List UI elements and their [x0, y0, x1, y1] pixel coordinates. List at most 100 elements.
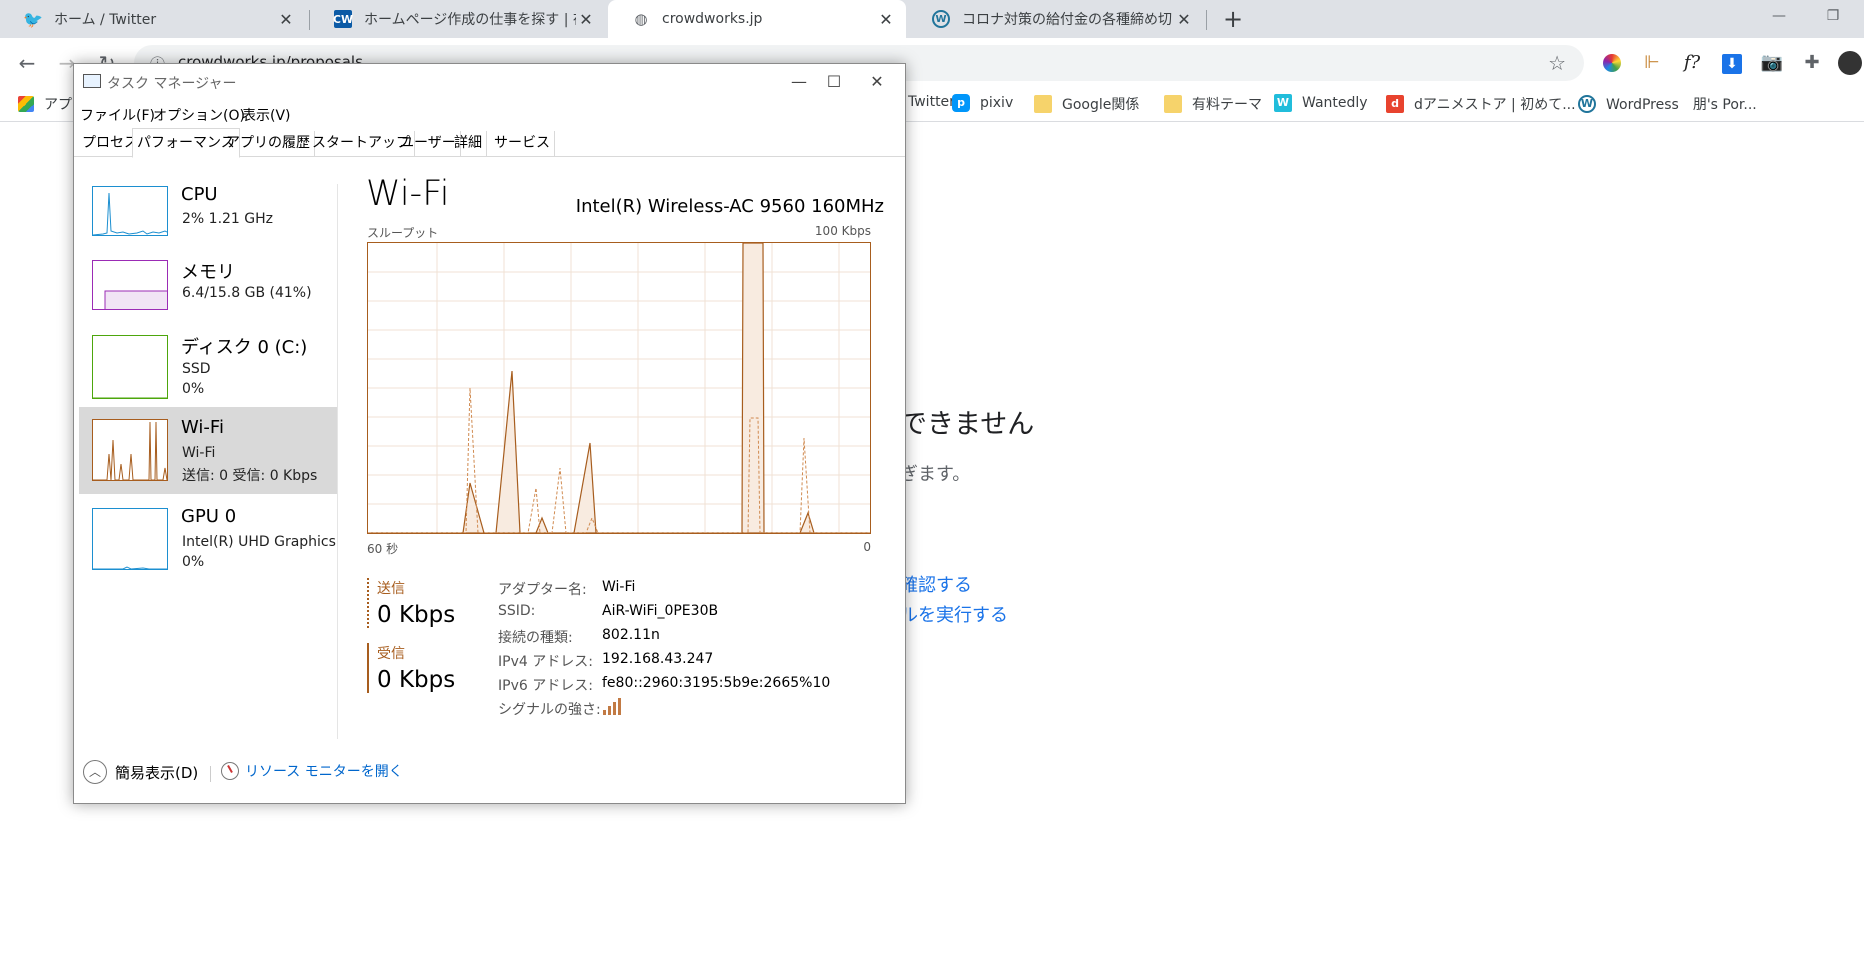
- fewer-details-label: 簡易表示(D): [115, 763, 199, 782]
- resource-wifi[interactable]: Wi-Fi Wi-Fi 送信: 0 受信: 0 Kbps: [79, 407, 338, 494]
- bookmark-pixiv[interactable]: p pixiv: [952, 94, 1013, 112]
- tab-crowdworks-jobs[interactable]: CW ホームページ作成の仕事を探す | 在宅 ✕: [310, 0, 606, 38]
- menu-bar: ファイル(F) オプション(O) 表示(V): [74, 100, 905, 126]
- tab-services[interactable]: サービス: [490, 131, 555, 157]
- resource-stat: 6.4/15.8 GB (41%): [182, 285, 312, 301]
- error-subtext: ぎます。: [900, 464, 971, 485]
- resource-type: SSD: [182, 361, 211, 377]
- receive-indicator: [367, 643, 369, 693]
- tab-title: ホーム / Twitter: [54, 12, 157, 28]
- gpu-thumbnail-graph: [92, 508, 168, 570]
- close-tab-icon[interactable]: ✕: [876, 10, 896, 29]
- back-button[interactable]: ←: [12, 48, 42, 78]
- adapter-name: Intel(R) Wireless-AC 9560 160MHz: [575, 196, 884, 217]
- new-tab-button[interactable]: +: [1218, 4, 1248, 34]
- font-finder-extension-icon[interactable]: f?: [1680, 51, 1704, 75]
- resource-disk[interactable]: ディスク 0 (C:) SSD 0%: [79, 323, 338, 410]
- resource-name: ディスク 0 (C:): [181, 337, 308, 358]
- prop-value-connection-type: 802.11n: [602, 627, 660, 643]
- resource-list: CPU 2% 1.21 GHz メモリ 6.4/15.8 GB (41%) ディ…: [79, 174, 338, 734]
- bookmark-folder-google[interactable]: Google関係: [1034, 94, 1139, 114]
- wifi-detail-panel: Wi-Fi Intel(R) Wireless-AC 9560 160MHz ス…: [364, 174, 884, 754]
- bookmark-label: pixiv: [980, 95, 1014, 111]
- prop-value-ipv6: fe80::2960:3195:5b9e:2665%10: [602, 675, 831, 691]
- cpu-thumbnail-graph: [92, 186, 168, 236]
- tab-crowdworks-active[interactable]: ◍ crowdworks.jp ✕: [608, 0, 906, 38]
- close-tab-icon[interactable]: ✕: [276, 10, 296, 29]
- bookmark-label: dアニメストア | 初めて...: [1414, 97, 1576, 113]
- bookmark-wantedly[interactable]: W Wantedly: [1274, 94, 1368, 112]
- minimize-window-button[interactable]: —: [1756, 0, 1802, 32]
- resource-monitor-icon: [221, 762, 239, 780]
- resource-name: Wi-Fi: [181, 417, 224, 438]
- wifi-thumbnail-graph: [92, 419, 168, 481]
- camera-extension-icon[interactable]: 📷: [1760, 51, 1784, 75]
- graph-time-right: 0: [863, 540, 871, 554]
- task-manager-titlebar[interactable]: タスク マネージャー — ☐ ✕: [74, 64, 905, 100]
- resource-gpu[interactable]: GPU 0 Intel(R) UHD Graphics 0%: [79, 496, 338, 583]
- error-heading: できません: [900, 409, 1035, 440]
- receive-value: 0 Kbps: [377, 667, 456, 693]
- resource-memory[interactable]: メモリ 6.4/15.8 GB (41%): [79, 248, 338, 335]
- menu-file[interactable]: ファイル(F): [80, 105, 155, 125]
- bookmark-star-icon[interactable]: ☆: [1548, 51, 1566, 75]
- close-button[interactable]: ✕: [847, 64, 907, 100]
- twitter-icon: 🐦: [23, 9, 43, 29]
- tab-details[interactable]: 詳細: [450, 131, 487, 157]
- restore-window-button[interactable]: ❐: [1810, 0, 1856, 32]
- receive-label: 受信: [377, 646, 405, 662]
- open-resource-monitor-link[interactable]: リソース モニターを開く: [221, 761, 403, 781]
- prop-key-ipv6: IPv6 アドレス:: [498, 678, 593, 694]
- bookmark-twitter[interactable]: Twitter: [908, 94, 955, 110]
- graph-max-label: 100 Kbps: [814, 224, 871, 238]
- send-label: 送信: [377, 581, 405, 597]
- ruler-extension-icon[interactable]: ⊩: [1640, 51, 1664, 75]
- task-manager-icon: [83, 74, 101, 88]
- close-tab-icon[interactable]: ✕: [576, 10, 596, 29]
- bookmark-label: WordPress 朋's Por...: [1606, 97, 1757, 113]
- resource-stat: 2% 1.21 GHz: [182, 211, 274, 227]
- resource-type: Intel(R) UHD Graphics: [182, 534, 336, 550]
- tab-title: crowdworks.jp: [662, 11, 763, 27]
- bookmark-wordpress[interactable]: W WordPress 朋's Por...: [1578, 94, 1757, 114]
- apps-grid-icon: [18, 96, 34, 112]
- signal-strength-icon: [602, 696, 624, 720]
- resource-stat: 送信: 0 受信: 0 Kbps: [182, 468, 318, 484]
- close-tab-icon[interactable]: ✕: [1174, 10, 1194, 29]
- tab-wordpress[interactable]: W コロナ対策の給付金の各種締め切り ✕: [908, 0, 1204, 38]
- memory-thumbnail-graph: [92, 260, 168, 310]
- throughput-graph-svg: [368, 242, 870, 534]
- check-connection-link[interactable]: 確認する: [900, 571, 972, 597]
- bookmark-label: Wantedly: [1302, 95, 1368, 111]
- tab-title: コロナ対策の給付金の各種締め切り: [962, 12, 1174, 28]
- color-picker-extension-icon[interactable]: [1600, 51, 1624, 75]
- profile-avatar[interactable]: [1838, 51, 1862, 75]
- tab-twitter[interactable]: 🐦 ホーム / Twitter ✕: [0, 0, 306, 38]
- throughput-graph: [367, 242, 871, 534]
- prop-key-ssid: SSID:: [498, 603, 536, 619]
- window-title: タスク マネージャー: [107, 76, 237, 92]
- crowdworks-icon: CW: [333, 10, 353, 28]
- resource-name: メモリ: [181, 262, 235, 283]
- send-value: 0 Kbps: [377, 602, 456, 628]
- prop-key-ipv4: IPv4 アドレス:: [498, 654, 593, 670]
- run-diagnostics-link[interactable]: ルを実行する: [900, 601, 1008, 627]
- menu-view[interactable]: 表示(V): [242, 105, 291, 125]
- fewer-details-button[interactable]: ︿ 簡易表示(D): [83, 760, 198, 784]
- tab-bar: プロセス パフォーマンス アプリの履歴 スタートアップ ユーザー 詳細 サービス: [74, 126, 905, 158]
- extensions-puzzle-icon[interactable]: ✚: [1800, 51, 1824, 75]
- prop-value-adapter: Wi-Fi: [602, 579, 636, 595]
- bookmark-label: Google関係: [1062, 97, 1140, 113]
- download-extension-icon[interactable]: ⬇: [1720, 51, 1744, 75]
- danime-icon: d: [1386, 95, 1404, 113]
- resource-type: Wi-Fi: [182, 445, 216, 461]
- graph-label: スループット: [367, 226, 439, 240]
- prop-value-ssid: AiR-WiFi_0PE30B: [602, 603, 719, 619]
- resource-monitor-label: リソース モニターを開く: [245, 764, 403, 780]
- menu-options[interactable]: オプション(O): [153, 105, 245, 125]
- bookmark-danime[interactable]: d dアニメストア | 初めて...: [1386, 94, 1576, 114]
- prop-key-adapter: アダプター名:: [498, 582, 587, 598]
- tab-app-history[interactable]: アプリの履歴: [222, 131, 315, 157]
- send-indicator: [367, 578, 369, 628]
- bookmark-folder-paid-themes[interactable]: 有料テーマ: [1164, 94, 1262, 114]
